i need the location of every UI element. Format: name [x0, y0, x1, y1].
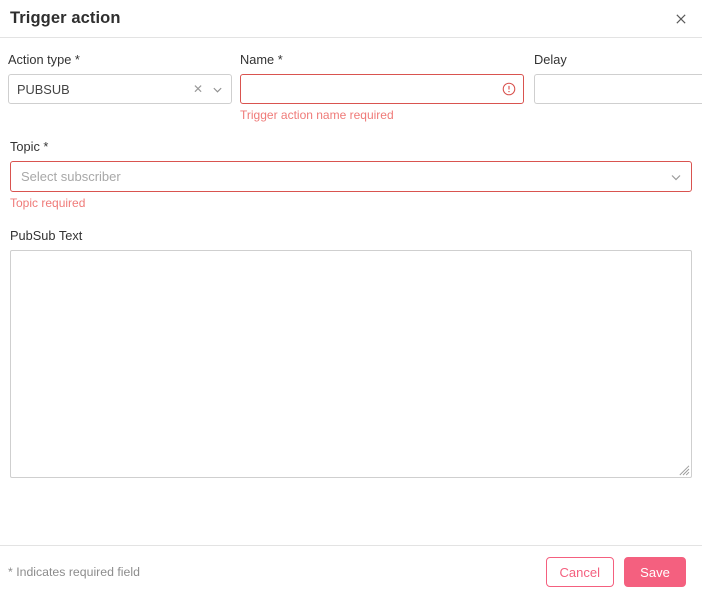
topic-select[interactable]: Select subscriber: [10, 161, 692, 192]
dialog-footer: * Indicates required field Cancel Save: [0, 545, 702, 598]
chevron-down-icon[interactable]: [670, 171, 681, 182]
pubsub-textarea[interactable]: [10, 250, 692, 478]
action-type-select[interactable]: PUBSUB ✕: [8, 74, 232, 104]
close-glyph: [676, 13, 686, 24]
required-field-note: * Indicates required field: [8, 565, 140, 579]
trigger-action-dialog: Trigger action Action type * PUBSUB ✕ Na…: [0, 0, 702, 598]
pubsub-textarea-wrap: [10, 250, 692, 478]
dialog-header: Trigger action: [0, 0, 702, 38]
name-input-wrap: [240, 74, 524, 104]
name-error-message: Trigger action name required: [240, 108, 394, 122]
action-type-value: PUBSUB: [17, 81, 70, 97]
action-type-icons: ✕: [193, 83, 223, 95]
pubsub-text-field: PubSub Text: [8, 228, 694, 478]
name-input[interactable]: [240, 74, 524, 104]
action-type-field: Action type * PUBSUB ✕: [8, 52, 232, 104]
page-title: Trigger action: [10, 9, 121, 27]
close-icon[interactable]: [670, 8, 692, 30]
delay-input-group: sec.: [534, 74, 702, 104]
footer-button-row: Cancel Save: [545, 557, 686, 587]
form-row-primary: Action type * PUBSUB ✕ Name * Trigger ac…: [8, 52, 702, 123]
clear-icon[interactable]: ✕: [193, 83, 203, 95]
action-type-label: Action type *: [8, 52, 80, 67]
delay-input[interactable]: [534, 74, 702, 104]
chevron-down-icon[interactable]: [212, 84, 223, 95]
topic-placeholder: Select subscriber: [21, 169, 121, 184]
name-label: Name *: [240, 52, 283, 67]
save-button[interactable]: Save: [624, 557, 686, 587]
topic-error-message: Topic required: [10, 196, 86, 210]
name-field: Name * Trigger action name required: [240, 52, 524, 123]
topic-label: Topic *: [10, 139, 49, 154]
cancel-button[interactable]: Cancel: [545, 557, 614, 587]
topic-field: Topic * Select subscriber Topic required: [8, 139, 694, 211]
delay-field: Delay sec.: [534, 52, 702, 104]
dialog-body: Action type * PUBSUB ✕ Name * Trigger ac…: [0, 38, 702, 545]
pubsub-text-label: PubSub Text: [10, 228, 83, 243]
delay-label: Delay: [534, 52, 567, 67]
